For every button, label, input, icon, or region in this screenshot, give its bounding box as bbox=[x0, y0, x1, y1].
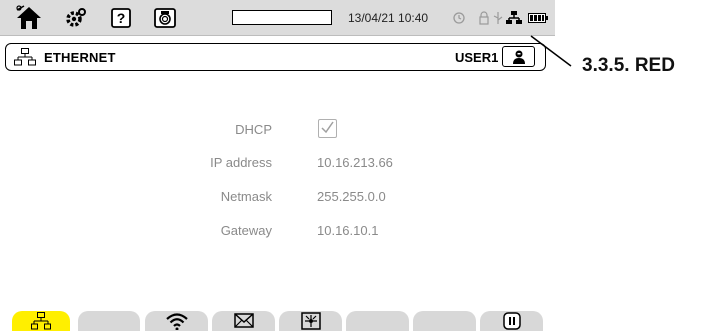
callout-label: 3.3.5. RED bbox=[582, 55, 675, 76]
callout-line bbox=[530, 35, 572, 67]
